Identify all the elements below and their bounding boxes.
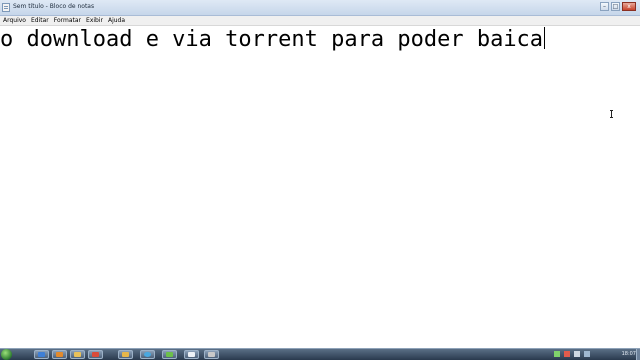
taskbar-app-files[interactable]: [118, 350, 133, 359]
text-caret: [544, 27, 546, 49]
taskbar-app-browser[interactable]: [34, 350, 49, 359]
editor-text: o download e via torrent para poder baic…: [0, 27, 544, 52]
window-controls: – □ x: [600, 2, 636, 12]
taskbar-app-skype[interactable]: [140, 350, 155, 359]
system-tray: 18:07: [550, 349, 640, 360]
maximize-button[interactable]: □: [611, 2, 620, 11]
show-desktop-button[interactable]: [636, 349, 640, 360]
menu-arquivo[interactable]: Arquivo: [0, 16, 28, 25]
ibeam-cursor-icon: [610, 110, 613, 118]
tray-network-icon[interactable]: [554, 351, 560, 357]
notepad-task-icon: [188, 352, 195, 357]
taskbar-app-media2[interactable]: [162, 350, 177, 359]
media-icon: [56, 352, 63, 357]
menu-ajuda[interactable]: Ajuda: [105, 16, 127, 25]
menu-formatar[interactable]: Formatar: [51, 16, 83, 25]
minimize-button[interactable]: –: [600, 2, 609, 11]
media2-icon: [166, 352, 173, 357]
files-icon: [122, 352, 129, 357]
editor-content-line[interactable]: o download e via torrent para poder baic…: [0, 27, 546, 53]
taskbar-app-other[interactable]: [204, 350, 219, 359]
tray-alert-icon[interactable]: [564, 351, 570, 357]
taskbar-app-notepad[interactable]: [184, 350, 199, 359]
taskbar-clock[interactable]: 18:07: [622, 350, 636, 358]
menu-bar: Arquivo Editar Formatar Exibir Ajuda: [0, 16, 640, 26]
taskbar-app-explorer[interactable]: [70, 350, 85, 359]
notepad-icon: [2, 3, 10, 12]
taskbar: 18:07: [0, 348, 640, 360]
app-icon: [208, 352, 215, 357]
skype-icon: [144, 352, 151, 357]
text-editor[interactable]: o download e via torrent para poder baic…: [0, 26, 640, 348]
menu-editar[interactable]: Editar: [28, 16, 51, 25]
folder-icon: [74, 352, 81, 357]
tray-volume-icon[interactable]: [574, 351, 580, 357]
close-button[interactable]: x: [622, 2, 636, 11]
player-icon: [92, 352, 99, 357]
taskbar-app-player[interactable]: [88, 350, 103, 359]
browser-icon: [38, 352, 45, 357]
start-button[interactable]: [1, 349, 12, 360]
taskbar-app-media[interactable]: [52, 350, 67, 359]
window-title: Sem título - Bloco de notas: [13, 3, 95, 10]
title-bar[interactable]: Sem título - Bloco de notas – □ x: [0, 0, 640, 16]
tray-flag-icon[interactable]: [584, 351, 590, 357]
menu-exibir[interactable]: Exibir: [83, 16, 105, 25]
